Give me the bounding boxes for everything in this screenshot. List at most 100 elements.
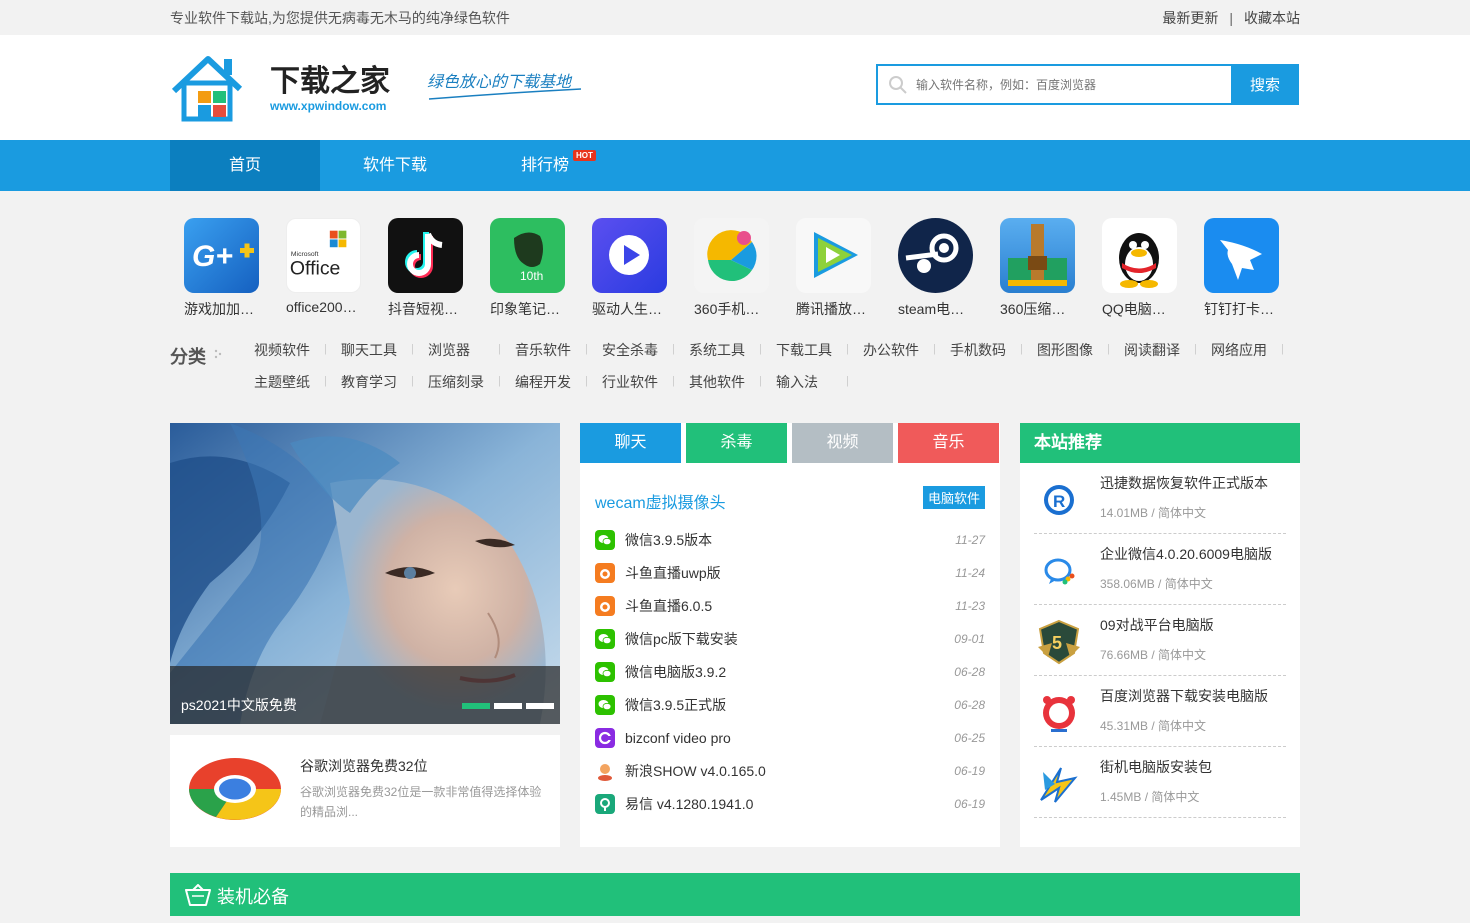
featured-banner[interactable]: ps2021中文版免费 bbox=[170, 423, 560, 724]
nav-home[interactable]: 首页 bbox=[170, 140, 320, 191]
carousel-dot[interactable] bbox=[526, 703, 554, 709]
top-bar: 专业软件下载站,为您提供无病毒无木马的纯净绿色软件 最新更新 | 收藏本站 bbox=[0, 0, 1470, 35]
category-link[interactable]: 输入法 bbox=[776, 372, 818, 392]
list-item[interactable]: 微信电脑版3.9.2 06-28 bbox=[595, 655, 985, 688]
app-item[interactable]: 驱动人生… bbox=[578, 218, 668, 319]
divider: | bbox=[585, 375, 588, 387]
nav-ranking-label: 排行榜 bbox=[520, 157, 569, 174]
headline-link[interactable]: wecam虚拟摄像头 bbox=[595, 489, 726, 513]
divider: | bbox=[846, 343, 849, 355]
douyu-icon bbox=[595, 595, 615, 616]
tencentvideo-icon bbox=[796, 218, 871, 293]
item-title: 微信3.9.5正式版 bbox=[625, 696, 727, 713]
category-link[interactable]: 网络应用 bbox=[1211, 340, 1267, 360]
must-have-title: 装机必备 bbox=[217, 887, 289, 907]
list-item[interactable]: bizconf video pro 06-25 bbox=[595, 721, 985, 754]
item-date: 11-23 bbox=[955, 598, 985, 613]
recommend-item[interactable]: 5 09对战平台电脑版 76.66MB / 简体中文 bbox=[1034, 605, 1286, 676]
list-item[interactable]: 新浪SHOW v4.0.165.0 06-19 bbox=[595, 754, 985, 787]
category-link[interactable]: 办公软件 bbox=[863, 340, 919, 360]
tab-video[interactable]: 视频 bbox=[792, 423, 893, 463]
tab-music[interactable]: 音乐 bbox=[898, 423, 999, 463]
category-link[interactable]: 图形图像 bbox=[1037, 340, 1093, 360]
divider: | bbox=[498, 375, 501, 387]
360zip-icon bbox=[1000, 218, 1075, 293]
nav-ranking[interactable]: 排行榜 HOT bbox=[470, 140, 620, 191]
recommend-name: 企业微信4.0.20.6009电脑版 bbox=[1100, 546, 1272, 562]
category-link[interactable]: 主题壁纸 bbox=[254, 372, 310, 392]
headline-tag[interactable]: 电脑软件 bbox=[922, 486, 985, 509]
wechat-icon bbox=[595, 628, 615, 649]
dingtalk-icon bbox=[1204, 218, 1279, 293]
list-item[interactable]: 斗鱼直播6.0.5 11-23 bbox=[595, 589, 985, 622]
bookmark-link[interactable]: 收藏本站 bbox=[1244, 8, 1300, 28]
item-date: 06-19 bbox=[954, 763, 985, 778]
category-link[interactable]: 下载工具 bbox=[776, 340, 832, 360]
app-item[interactable]: steam电… bbox=[884, 218, 974, 319]
banner-caption-bar: ps2021中文版免费 bbox=[170, 666, 560, 724]
search-icon bbox=[889, 75, 907, 94]
tab-chat[interactable]: 聊天 bbox=[580, 423, 681, 463]
recommend-item[interactable]: 企业微信4.0.20.6009电脑版 358.06MB / 简体中文 bbox=[1034, 534, 1286, 605]
divider: | bbox=[1194, 343, 1197, 355]
category-link[interactable]: 行业软件 bbox=[602, 372, 658, 392]
category-link[interactable]: 其他软件 bbox=[689, 372, 745, 392]
app-item[interactable]: 10th 印象笔记… bbox=[476, 218, 566, 319]
recommend-item[interactable]: R 迅捷数据恢复软件正式版本 14.01MB / 简体中文 bbox=[1034, 463, 1286, 534]
item-title: 斗鱼直播uwp版 bbox=[625, 564, 721, 581]
app-item[interactable]: 腾讯播放… bbox=[782, 218, 872, 319]
divider: | bbox=[411, 343, 414, 355]
app-item[interactable]: QQ电脑… bbox=[1088, 218, 1178, 319]
category-link[interactable]: 阅读翻译 bbox=[1124, 340, 1180, 360]
category-link[interactable]: 浏览器 bbox=[428, 340, 470, 360]
search-button[interactable]: 搜索 bbox=[1231, 64, 1299, 105]
svg-text:R: R bbox=[1053, 492, 1065, 511]
carousel-dot[interactable] bbox=[494, 703, 522, 709]
category-link[interactable]: 教育学习 bbox=[341, 372, 397, 392]
nav-software-download[interactable]: 软件下载 bbox=[320, 140, 470, 191]
list-item[interactable]: 斗鱼直播uwp版 11-24 bbox=[595, 556, 985, 589]
category-link[interactable]: 聊天工具 bbox=[341, 340, 397, 360]
wechat-icon bbox=[595, 661, 615, 682]
divider: | bbox=[1020, 343, 1023, 355]
category-link[interactable]: 手机数码 bbox=[950, 340, 1006, 360]
feature-title[interactable]: 谷歌浏览器免费32位 bbox=[300, 756, 428, 776]
divider: | bbox=[846, 375, 849, 387]
recommend-panel: 本站推荐 R 迅捷数据恢复软件正式版本 14.01MB / 简体中文 企业微信4… bbox=[1020, 423, 1300, 847]
recommend-item[interactable]: 百度浏览器下载安装电脑版 45.31MB / 简体中文 bbox=[1034, 676, 1286, 747]
category-link[interactable]: 系统工具 bbox=[689, 340, 745, 360]
recommend-item[interactable]: 街机电脑版安装包 1.45MB / 简体中文 bbox=[1034, 747, 1286, 818]
category-link[interactable]: 压缩刻录 bbox=[428, 372, 484, 392]
feature-card[interactable]: 谷歌浏览器免费32位 谷歌浏览器免费32位是一款非常值得选择体验的精品浏... bbox=[170, 735, 560, 847]
slogan-text: 绿色放心的下载基地 bbox=[427, 72, 573, 91]
list-item[interactable]: 易信 v4.1280.1941.0 06-19 bbox=[595, 787, 985, 820]
site-logo[interactable]: 下载之家 www.xpwindow.com bbox=[170, 53, 410, 123]
app-item[interactable]: 360手机… bbox=[680, 218, 770, 319]
category-link[interactable]: 安全杀毒 bbox=[602, 340, 658, 360]
app-item[interactable]: 360压缩… bbox=[986, 218, 1076, 319]
item-title: 新浪SHOW v4.0.165.0 bbox=[625, 762, 766, 779]
list-item[interactable]: 微信pc版下载安装 09-01 bbox=[595, 622, 985, 655]
app-item[interactable]: G+ 游戏加加… bbox=[170, 218, 260, 319]
wechat-icon bbox=[595, 529, 615, 550]
category-link[interactable]: 音乐软件 bbox=[515, 340, 571, 360]
app-item[interactable]: 钉钉打卡… bbox=[1190, 218, 1280, 319]
list-item[interactable]: 微信3.9.5正式版 06-28 bbox=[595, 688, 985, 721]
svg-text:5: 5 bbox=[1052, 633, 1062, 653]
recommend-name: 迅捷数据恢复软件正式版本 bbox=[1100, 475, 1268, 491]
category-link[interactable]: 编程开发 bbox=[515, 372, 571, 392]
tab-antivirus[interactable]: 杀毒 bbox=[686, 423, 787, 463]
divider: | bbox=[1107, 343, 1110, 355]
latest-updates-link[interactable]: 最新更新 bbox=[1162, 8, 1218, 28]
app-label: office200… bbox=[286, 299, 357, 315]
carousel-dot[interactable] bbox=[462, 703, 490, 709]
svg-text:Office: Office bbox=[290, 257, 340, 279]
app-item[interactable]: 抖音短视… bbox=[374, 218, 464, 319]
category-link[interactable]: 视频软件 bbox=[254, 340, 310, 360]
list-item[interactable]: 微信3.9.5版本 11-27 bbox=[595, 523, 985, 556]
baidu-browser-icon bbox=[1034, 688, 1084, 738]
app-item[interactable]: Microsoft Office office200… bbox=[272, 218, 362, 315]
sinashow-icon bbox=[595, 760, 615, 781]
360mobile-icon bbox=[694, 218, 769, 293]
search-input[interactable] bbox=[916, 77, 1196, 92]
